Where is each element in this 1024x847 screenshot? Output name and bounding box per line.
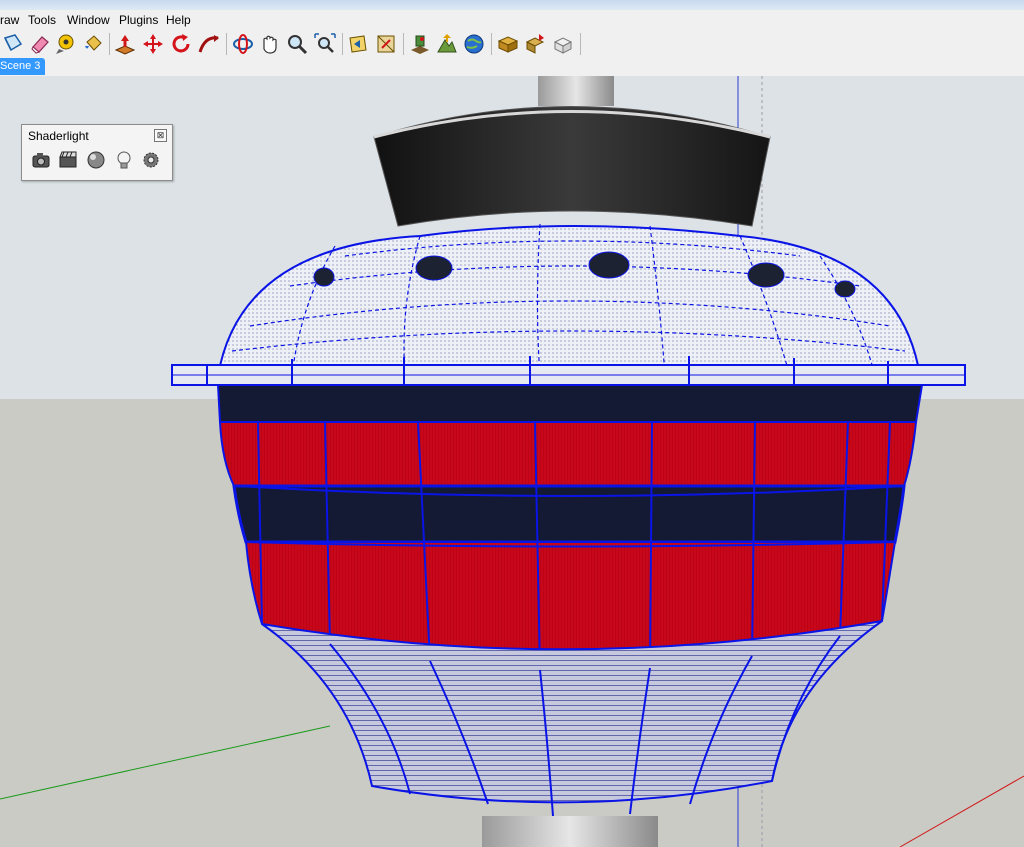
share-model-icon (525, 34, 545, 54)
toolbar-separator (109, 33, 110, 55)
dome-window (415, 255, 453, 281)
follow-me-icon (198, 35, 219, 53)
paint-bucket-button[interactable] (81, 32, 105, 56)
dome-window (747, 262, 785, 288)
paint-bucket-icon (85, 35, 102, 51)
previous-view-icon (349, 35, 367, 53)
middle-window-band (232, 484, 906, 544)
shaderlight-title: Shaderlight (28, 129, 89, 143)
animation-icon (59, 151, 77, 168)
add-location-icon (411, 35, 429, 54)
light-bulb-icon (117, 151, 131, 169)
toolbar-separator (226, 33, 227, 55)
push-pull-button[interactable] (113, 32, 137, 56)
toolbar-separator (580, 33, 581, 55)
get-models-icon (497, 36, 519, 53)
dome-window (834, 280, 856, 298)
window-title-strip (0, 0, 1024, 10)
previous-view-button[interactable] (346, 32, 370, 56)
render-button[interactable] (30, 149, 52, 171)
menu-plugins[interactable]: Plugins (119, 13, 158, 27)
menu-draw[interactable]: raw (0, 13, 19, 27)
material-sphere-icon (87, 151, 105, 169)
orbit-button[interactable] (231, 32, 255, 56)
section-plane-button[interactable] (374, 32, 398, 56)
toolbar-separator (403, 33, 404, 55)
zoom-button[interactable] (285, 32, 309, 56)
toggle-terrain-button[interactable] (435, 32, 459, 56)
scene-tabs-bar: Scene 3 (0, 58, 1024, 76)
scene-tab-active[interactable]: Scene 3 (0, 58, 46, 75)
shaderlight-toolbar: Shaderlight ⊠ (21, 124, 173, 181)
dome-window (313, 267, 335, 287)
tape-measure-button[interactable] (54, 32, 78, 56)
move-button[interactable] (141, 32, 165, 56)
render-camera-icon (32, 153, 50, 168)
get-models-button[interactable] (496, 32, 520, 56)
zoom-extents-icon (314, 33, 336, 53)
material-button[interactable] (85, 149, 107, 171)
select-button[interactable] (1, 32, 25, 56)
mast-bottom (482, 816, 658, 847)
menu-tools[interactable]: Tools (28, 13, 56, 27)
move-icon (143, 34, 163, 54)
top-window-band (216, 384, 924, 423)
dome-window (588, 251, 630, 279)
drawing-viewport[interactable] (0, 76, 1024, 847)
select-icon (3, 34, 23, 52)
google-earth-button[interactable] (462, 32, 486, 56)
zoom-icon (288, 35, 308, 55)
toggle-terrain-icon (437, 34, 457, 53)
toolbar-separator (342, 33, 343, 55)
animation-button[interactable] (57, 149, 79, 171)
rotate-button[interactable] (169, 32, 193, 56)
share-component-button[interactable] (551, 32, 575, 56)
toolbar-separator (491, 33, 492, 55)
add-location-button[interactable] (408, 32, 432, 56)
mast-top (538, 76, 614, 106)
menu-help[interactable]: Help (166, 13, 191, 27)
eraser-icon (31, 36, 49, 54)
eraser-button[interactable] (28, 32, 52, 56)
zoom-extents-button[interactable] (313, 32, 337, 56)
close-button[interactable]: ⊠ (154, 129, 167, 142)
light-button[interactable] (113, 149, 135, 171)
settings-button[interactable] (140, 149, 162, 171)
menu-bar: raw Tools Window Plugins Help (0, 10, 1024, 30)
google-earth-icon (464, 34, 484, 54)
pan-button[interactable] (258, 32, 282, 56)
menu-window[interactable]: Window (67, 13, 110, 27)
rotate-icon (172, 34, 190, 53)
tape-measure-icon (56, 34, 74, 54)
model-canvas[interactable] (0, 76, 1024, 847)
push-pull-icon (114, 35, 136, 55)
share-model-button[interactable] (523, 32, 547, 56)
share-component-icon (553, 37, 573, 54)
follow-me-button[interactable] (197, 32, 221, 56)
section-plane-icon (377, 35, 395, 53)
pan-icon (263, 35, 277, 54)
settings-gear-icon (143, 152, 159, 168)
orbit-icon (233, 34, 253, 54)
main-toolbar (0, 30, 1024, 59)
